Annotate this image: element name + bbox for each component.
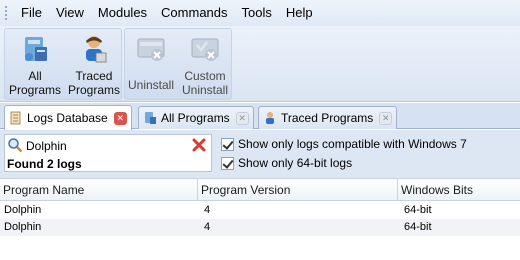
all-programs-label-1: All (28, 69, 42, 83)
uninstall-button[interactable]: Uninstall (125, 29, 177, 99)
search-box: Found 2 logs (4, 134, 212, 172)
cell-program-version: 4 (204, 204, 211, 216)
windows7-checkbox-label: Show only logs compatible with Windows 7 (238, 137, 467, 151)
tab-logs-database[interactable]: Logs Database ✕ (4, 105, 132, 130)
traced-programs-tab-icon (266, 112, 274, 124)
menu-bar: File View Modules Commands Tools Help (0, 0, 520, 26)
tab-all-programs-label: All Programs (161, 111, 230, 125)
all-programs-label-2: Programs (8, 83, 61, 97)
menu-modules[interactable]: Modules (91, 0, 154, 26)
traced-programs-label-1: Traced (75, 69, 113, 83)
64bit-checkbox[interactable] (221, 156, 234, 170)
windows7-filter-option[interactable]: Show only logs compatible with Windows 7 (221, 137, 467, 151)
tab-traced-programs[interactable]: Traced Programs ✕ (258, 106, 398, 129)
custom-uninstall-icon (191, 38, 219, 61)
database-icon (10, 111, 21, 125)
custom-uninstall-label-2: Uninstall (181, 83, 229, 97)
all-programs-button[interactable]: All Programs (5, 29, 65, 99)
cell-program-name: Dolphin (4, 204, 42, 216)
filter-panel: Found 2 logs Show only logs compatible w… (0, 130, 520, 178)
menu-grip-icon (4, 5, 8, 21)
cell-program-name: Dolphin (4, 221, 42, 233)
table-row[interactable]: Dolphin 4 64-bit (0, 202, 520, 219)
cell-program-version: 4 (204, 221, 211, 233)
close-icon[interactable]: ✕ (379, 111, 393, 125)
column-windows-bits[interactable]: Windows Bits (398, 179, 520, 201)
logs-table: Program Name Program Version Windows Bit… (0, 178, 520, 260)
table-row[interactable]: Dolphin 4 64-bit (0, 219, 520, 236)
windows7-checkbox[interactable] (221, 137, 234, 151)
search-icon (8, 138, 23, 153)
cell-windows-bits: 64-bit (404, 204, 432, 216)
tab-bar: Logs Database ✕ All Programs ✕ Traced Pr… (0, 103, 520, 130)
custom-uninstall-button[interactable]: Custom Uninstall (177, 29, 233, 99)
toolbar-group-uninstall: Uninstall Custom Uninstall (124, 28, 232, 100)
menu-tools[interactable]: Tools (235, 0, 279, 26)
search-input[interactable] (26, 138, 176, 153)
uninstall-icon (137, 38, 165, 61)
all-programs-tab-icon (145, 112, 156, 124)
menu-file[interactable]: File (14, 0, 49, 26)
found-count-text: Found 2 logs (7, 157, 82, 171)
menu-view[interactable]: View (49, 0, 91, 26)
tab-traced-programs-label: Traced Programs (281, 111, 374, 125)
table-header: Program Name Program Version Windows Bit… (0, 178, 520, 201)
all-programs-icon (25, 37, 47, 61)
64bit-checkbox-label: Show only 64-bit logs (238, 156, 353, 170)
clear-search-icon[interactable] (191, 137, 207, 153)
menu-help[interactable]: Help (279, 0, 320, 26)
cell-windows-bits: 64-bit (404, 221, 432, 233)
64bit-filter-option[interactable]: Show only 64-bit logs (221, 156, 352, 170)
traced-programs-icon (86, 36, 107, 63)
custom-uninstall-label-1: Custom (184, 69, 226, 83)
menu-commands[interactable]: Commands (154, 0, 234, 26)
traced-programs-label-2: Programs (67, 83, 120, 97)
column-program-name[interactable]: Program Name (0, 179, 198, 201)
traced-programs-button[interactable]: Traced Programs (65, 29, 123, 99)
uninstall-label: Uninstall (127, 78, 175, 92)
toolbar-group-programs: All Programs Traced Programs (4, 28, 122, 100)
column-program-version[interactable]: Program Version (198, 179, 398, 201)
toolbar: All Programs Traced Programs Uninstall C… (0, 26, 520, 102)
close-icon[interactable]: ✕ (235, 111, 249, 125)
tab-logs-database-label: Logs Database (27, 111, 108, 125)
tab-all-programs[interactable]: All Programs ✕ (138, 106, 254, 129)
close-icon[interactable]: ✕ (113, 111, 127, 125)
